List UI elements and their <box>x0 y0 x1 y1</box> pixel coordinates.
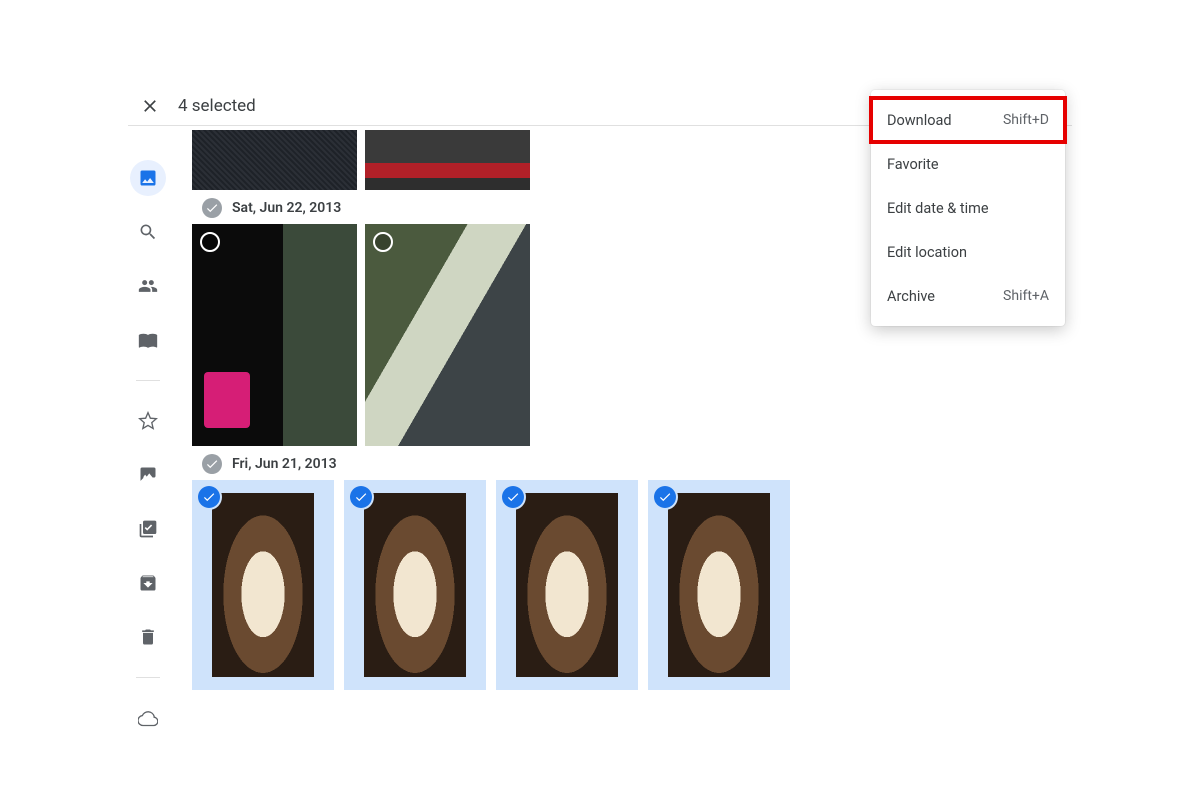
check-icon <box>202 490 216 504</box>
check-icon <box>658 490 672 504</box>
album-icon <box>138 465 158 485</box>
thumbnail-image <box>364 493 466 677</box>
book-icon <box>138 330 158 350</box>
select-photo-checkbox[interactable] <box>373 232 393 252</box>
left-rail <box>128 160 168 736</box>
photo-thumbnail-selected[interactable] <box>648 480 790 690</box>
photo-thumbnail[interactable] <box>365 224 530 446</box>
menu-item-shortcut: Shift+A <box>1003 288 1049 304</box>
rail-trash[interactable] <box>130 619 166 655</box>
star-icon <box>138 411 158 431</box>
menu-item-label: Edit location <box>887 244 967 261</box>
selected-badge[interactable] <box>198 486 220 508</box>
menu-item-label: Archive <box>887 288 935 305</box>
thumbnail-image <box>365 224 530 446</box>
thumbnail-image <box>668 493 770 677</box>
rail-library[interactable] <box>130 322 166 358</box>
search-icon <box>138 222 158 242</box>
menu-item-label: Download <box>887 112 952 129</box>
app-root: 4 selected <box>0 0 1200 800</box>
date-header: Fri, Jun 21, 2013 <box>202 454 1072 474</box>
thumbnail-image <box>365 130 530 190</box>
date-label: Sat, Jun 22, 2013 <box>232 200 341 216</box>
photo-thumbnail[interactable] <box>192 224 357 446</box>
check-icon <box>506 490 520 504</box>
selected-badge[interactable] <box>654 486 676 508</box>
stack-icon <box>138 519 158 539</box>
rail-archive[interactable] <box>130 565 166 601</box>
people-icon <box>138 276 158 296</box>
rail-utilities[interactable] <box>130 511 166 547</box>
photo-thumbnail-selected[interactable] <box>344 480 486 690</box>
selection-count-label: 4 selected <box>178 96 256 116</box>
rail-sharing[interactable] <box>130 268 166 304</box>
date-label: Fri, Jun 21, 2013 <box>232 456 337 472</box>
rail-storage[interactable] <box>130 700 166 736</box>
menu-item-archive[interactable]: Archive Shift+A <box>871 274 1065 318</box>
date-select-all-button[interactable] <box>202 198 222 218</box>
thumbnail-image <box>516 493 618 677</box>
check-icon <box>205 201 219 215</box>
cloud-icon <box>138 708 158 728</box>
thumbnail-image <box>192 224 357 446</box>
menu-item-edit-location[interactable]: Edit location <box>871 230 1065 274</box>
rail-separator-2 <box>136 677 160 678</box>
rail-albums[interactable] <box>130 457 166 493</box>
date-select-all-button[interactable] <box>202 454 222 474</box>
photo-thumbnail[interactable] <box>365 130 530 190</box>
menu-item-favorite[interactable]: Favorite <box>871 142 1065 186</box>
menu-item-download[interactable]: Download Shift+D <box>871 98 1065 142</box>
trash-icon <box>138 627 158 647</box>
photo-thumbnail-selected[interactable] <box>192 480 334 690</box>
archive-icon <box>138 573 158 593</box>
photo-thumbnail-selected[interactable] <box>496 480 638 690</box>
menu-item-edit-date[interactable]: Edit date & time <box>871 186 1065 230</box>
menu-item-label: Edit date & time <box>887 200 989 217</box>
thumbnail-image <box>192 130 357 190</box>
photos-icon <box>138 168 158 188</box>
rail-favorites[interactable] <box>130 403 166 439</box>
thumbnail-image <box>212 493 314 677</box>
rail-search[interactable] <box>130 214 166 250</box>
menu-item-label: Favorite <box>887 156 939 173</box>
menu-item-shortcut: Shift+D <box>1003 112 1049 128</box>
overflow-menu: Download Shift+D Favorite Edit date & ti… <box>871 90 1065 326</box>
photo-row-selected <box>192 480 1072 690</box>
close-selection-button[interactable] <box>136 92 164 120</box>
select-photo-checkbox[interactable] <box>200 232 220 252</box>
check-icon <box>354 490 368 504</box>
photo-thumbnail[interactable] <box>192 130 357 190</box>
selected-badge[interactable] <box>502 486 524 508</box>
rail-separator-1 <box>136 380 160 381</box>
selected-badge[interactable] <box>350 486 372 508</box>
check-icon <box>205 457 219 471</box>
rail-photos[interactable] <box>130 160 166 196</box>
close-icon <box>140 96 160 116</box>
